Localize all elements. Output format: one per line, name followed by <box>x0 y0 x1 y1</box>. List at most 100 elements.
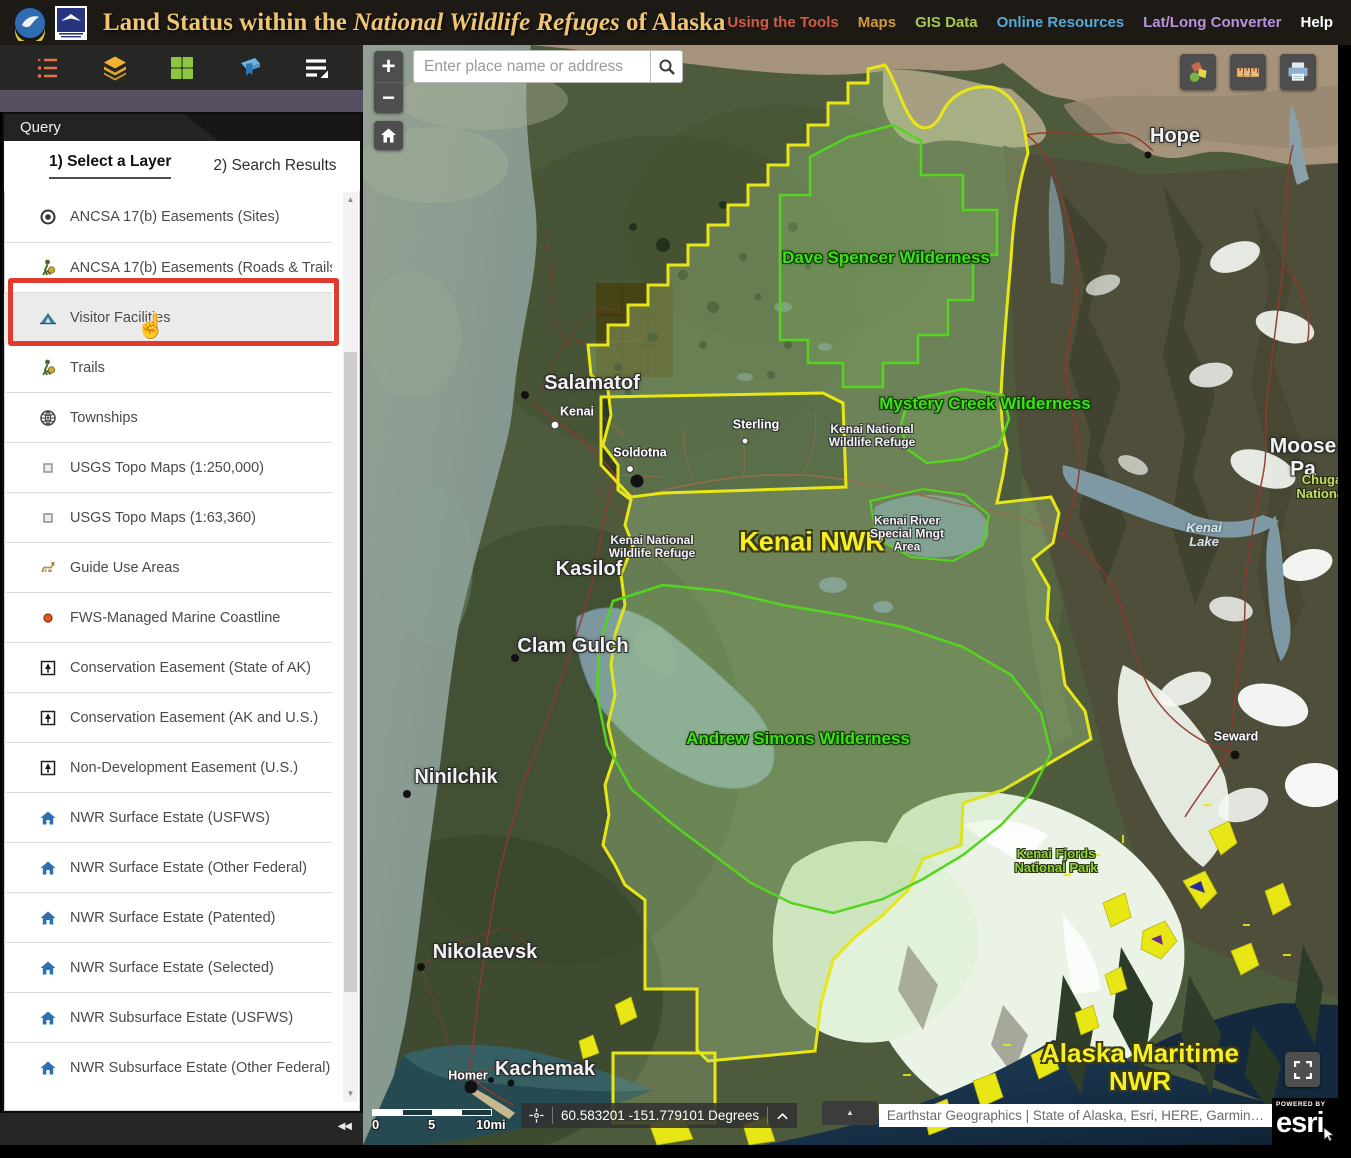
layer-item-ancsa-roads-trails[interactable]: ANCSA 17(b) Easements (Roads & Trails) <box>4 242 332 292</box>
bookmarks-icon[interactable] <box>232 51 266 85</box>
layer-item-marine-coastline[interactable]: FWS-Managed Marine Coastline <box>4 592 332 642</box>
house-icon <box>38 858 58 878</box>
layer-item-label: NWR Surface Estate (USFWS) <box>70 810 270 826</box>
layer-item-usgs-63k[interactable]: USGS Topo Maps (1:63,360) <box>4 492 332 542</box>
nav-gis-data[interactable]: GIS Data <box>915 14 978 31</box>
legend-list-icon[interactable] <box>31 51 65 85</box>
map-canvas[interactable]: Hope Dave Spencer Wilderness Mystery Cre… <box>363 45 1338 1145</box>
scroll-down-icon[interactable]: ▼ <box>343 1086 358 1102</box>
esri-logo: POWERED BY esri <box>1272 1098 1338 1145</box>
tab-search-results[interactable]: 2) Search Results <box>213 157 336 175</box>
nav-help[interactable]: Help <box>1300 14 1333 31</box>
title-italic: National Wildlife Refuges <box>353 9 620 36</box>
nav-online-resources[interactable]: Online Resources <box>997 14 1125 31</box>
tab-strip-spacer <box>0 90 363 112</box>
attribution-expander[interactable]: ▲ <box>822 1101 878 1125</box>
nav-using-the-tools[interactable]: Using the Tools <box>727 14 838 31</box>
layer-item-ancsa-sites[interactable]: ANCSA 17(b) Easements (Sites) <box>4 192 332 242</box>
draw-shapes-icon <box>1185 59 1211 85</box>
layer-item-label: NWR Subsurface Estate (USFWS) <box>70 1010 293 1026</box>
scale-label-start: 0 <box>372 1117 379 1132</box>
chevron-up-icon[interactable] <box>776 1111 789 1121</box>
search-input[interactable] <box>413 50 650 83</box>
layer-item-label: Townships <box>70 410 138 426</box>
cursor-arrow-icon <box>1323 1127 1335 1141</box>
fullscreen-button[interactable] <box>1285 1052 1320 1087</box>
tree-box-icon <box>38 708 58 728</box>
home-button[interactable] <box>374 121 403 150</box>
square-icon <box>38 458 58 478</box>
layer-item-subsurface-other-federal[interactable]: NWR Subsurface Estate (Other Federal) <box>4 1042 332 1092</box>
nav-latlong-converter[interactable]: Lat/Long Converter <box>1143 14 1281 31</box>
coordinates-readout: 60.583201 -151.779101 Degrees <box>561 1108 759 1123</box>
layers-icon[interactable] <box>98 51 132 85</box>
fullscreen-icon <box>1294 1061 1312 1079</box>
layer-item-subsurface-usfws[interactable]: NWR Subsurface Estate (USFWS) <box>4 992 332 1042</box>
layer-item-guide-use-areas[interactable]: Guide Use Areas <box>4 542 332 592</box>
layer-item-label: NWR Surface Estate (Other Federal) <box>70 860 307 876</box>
layer-list: ANCSA 17(b) Easements (Sites) ANCSA 17(b… <box>4 192 332 1102</box>
layer-item-townships[interactable]: Townships <box>4 392 332 442</box>
trail-icon <box>38 358 58 378</box>
scroll-up-icon[interactable]: ▲ <box>343 192 358 208</box>
layer-item-nondev-easement[interactable]: Non-Development Easement (U.S.) <box>4 742 332 792</box>
layer-item-label: ANCSA 17(b) Easements (Roads & Trails) <box>70 260 332 276</box>
scale-label-end: 10mi <box>476 1117 506 1132</box>
svg-text:2: 2 <box>1249 72 1252 78</box>
collapse-panel-button[interactable]: ◀◀ <box>338 1121 351 1132</box>
home-icon <box>380 127 397 144</box>
draw-tool-button[interactable] <box>1180 54 1216 90</box>
page-title: Land Status within the National Wildlife… <box>103 9 725 37</box>
tab-select-a-layer[interactable]: 1) Select a Layer <box>49 153 171 179</box>
top-navigation: Using the Tools Maps GIS Data Online Res… <box>727 0 1333 45</box>
coordinate-widget[interactable]: 60.583201 -151.779101 Degrees <box>521 1103 797 1128</box>
layer-item-usgs-250k[interactable]: USGS Topo Maps (1:250,000) <box>4 442 332 492</box>
layer-item-surface-patented[interactable]: NWR Surface Estate (Patented) <box>4 892 332 942</box>
title-suffix: of Alaska <box>620 9 726 36</box>
tab-query[interactable]: Query <box>4 114 219 141</box>
house-icon <box>38 1008 58 1028</box>
layer-item-label: USGS Topo Maps (1:63,360) <box>70 510 256 526</box>
target-icon <box>38 207 58 227</box>
divider <box>552 1107 553 1124</box>
layer-item-label: Conservation Easement (State of AK) <box>70 660 311 676</box>
search-button[interactable] <box>650 50 683 83</box>
print-button[interactable] <box>1280 54 1316 90</box>
layer-item-label: NWR Subsurface Estate (Other Federal) <box>70 1060 330 1076</box>
zoom-out-button[interactable]: − <box>374 82 403 113</box>
layer-item-cons-easement-ak-us[interactable]: Conservation Easement (AK and U.S.) <box>4 692 332 742</box>
deer-icon <box>38 558 58 578</box>
scale-bar: 0 5 10mi <box>372 1107 500 1133</box>
frame-edge <box>1338 45 1351 1158</box>
basemap-gallery-icon[interactable] <box>165 51 199 85</box>
house-icon <box>38 958 58 978</box>
layer-item-visitor-facilities[interactable]: Visitor Facilities <box>4 292 332 342</box>
globe-grid-icon <box>38 408 58 428</box>
scrollbar-thumb[interactable] <box>344 352 357 992</box>
frame-edge <box>0 1145 1351 1158</box>
zoom-control: + − <box>374 51 403 113</box>
nav-maps[interactable]: Maps <box>858 14 896 31</box>
tree-box-icon <box>38 758 58 778</box>
tent-icon <box>38 308 58 328</box>
panel-tabstrip: Query <box>4 114 360 141</box>
fws-logo-icon <box>12 5 48 41</box>
search-icon <box>658 58 676 76</box>
menu-icon[interactable] <box>299 51 333 85</box>
layer-item-surface-usfws[interactable]: NWR Surface Estate (USFWS) <box>4 792 332 842</box>
printer-icon <box>1285 59 1311 85</box>
layer-item-label: FWS-Managed Marine Coastline <box>70 610 280 626</box>
measure-tool-button[interactable]: 12 <box>1230 54 1266 90</box>
orange-dot-icon <box>38 608 58 628</box>
esri-wordmark: esri <box>1276 1107 1324 1140</box>
layer-item-surface-other-federal[interactable]: NWR Surface Estate (Other Federal) <box>4 842 332 892</box>
layer-item-surface-selected[interactable]: NWR Surface Estate (Selected) <box>4 942 332 992</box>
layer-item-label: Visitor Facilities <box>70 310 170 326</box>
layer-item-cons-easement-ak[interactable]: Conservation Easement (State of AK) <box>4 642 332 692</box>
house-icon <box>38 1058 58 1078</box>
layer-item-trails[interactable]: Trails <box>4 342 332 392</box>
zoom-in-button[interactable]: + <box>374 51 403 82</box>
layer-item-label: NWR Surface Estate (Selected) <box>70 960 274 976</box>
list-scrollbar[interactable]: ▲ ▼ <box>343 192 358 1102</box>
sidebar-footer: ◀◀ <box>0 1113 363 1145</box>
